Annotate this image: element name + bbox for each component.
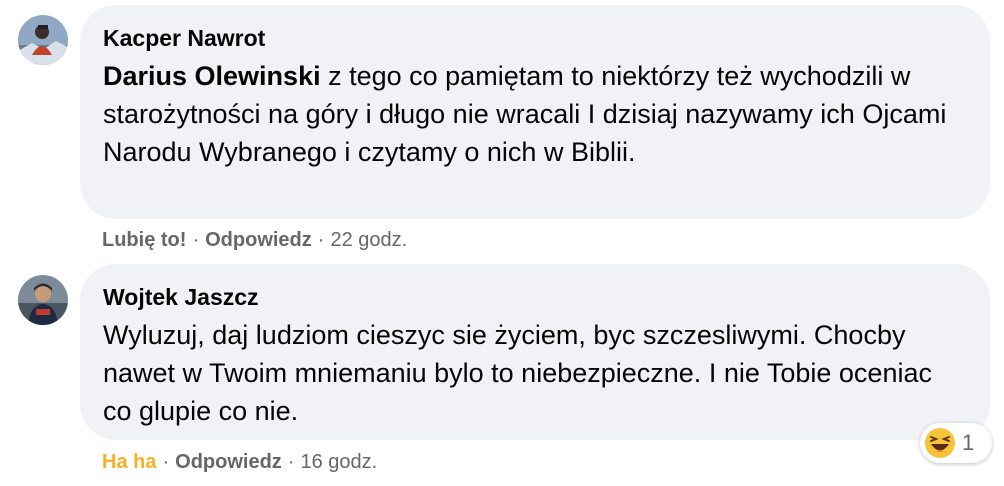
like-button[interactable]: Lubię to! <box>102 229 186 251</box>
separator: · <box>192 229 200 251</box>
reply-button[interactable]: Odpowiedz <box>175 451 282 473</box>
reaction-badge[interactable]: 1 <box>920 423 992 463</box>
reaction-count: 1 <box>962 430 975 455</box>
comment-text: Wyluzuj, daj ludziom cieszyc sie życiem,… <box>103 320 932 426</box>
separator: · <box>162 451 170 473</box>
timestamp[interactable]: 22 godz. <box>330 229 407 251</box>
avatar-image <box>18 275 68 325</box>
avatar[interactable] <box>18 15 68 65</box>
haha-reaction-button[interactable]: Ha ha <box>102 451 156 473</box>
reply-button[interactable]: Odpowiedz <box>205 229 312 251</box>
comment-bubble: Kacper Nawrot Darius Olewinski z tego co… <box>80 5 990 219</box>
separator: · <box>287 451 295 473</box>
haha-emoji-icon <box>925 428 955 458</box>
comment-actions: Lubię to! · Odpowiedz · 22 godz. <box>102 228 407 252</box>
comment-author[interactable]: Kacper Nawrot <box>103 25 966 51</box>
comment-actions: Ha ha · Odpowiedz · 16 godz. <box>102 450 377 474</box>
comment-bubble: Wojtek Jaszcz Wyluzuj, daj ludziom ciesz… <box>80 264 990 440</box>
comment-text: Darius Olewinski z tego co pamiętam to n… <box>103 57 966 171</box>
timestamp[interactable]: 16 godz. <box>300 451 377 473</box>
comment-author[interactable]: Wojtek Jaszcz <box>103 284 966 310</box>
avatar-image <box>18 15 68 65</box>
separator: · <box>317 229 325 251</box>
mention-link[interactable]: Darius Olewinski <box>103 61 321 91</box>
avatar[interactable] <box>18 275 68 325</box>
